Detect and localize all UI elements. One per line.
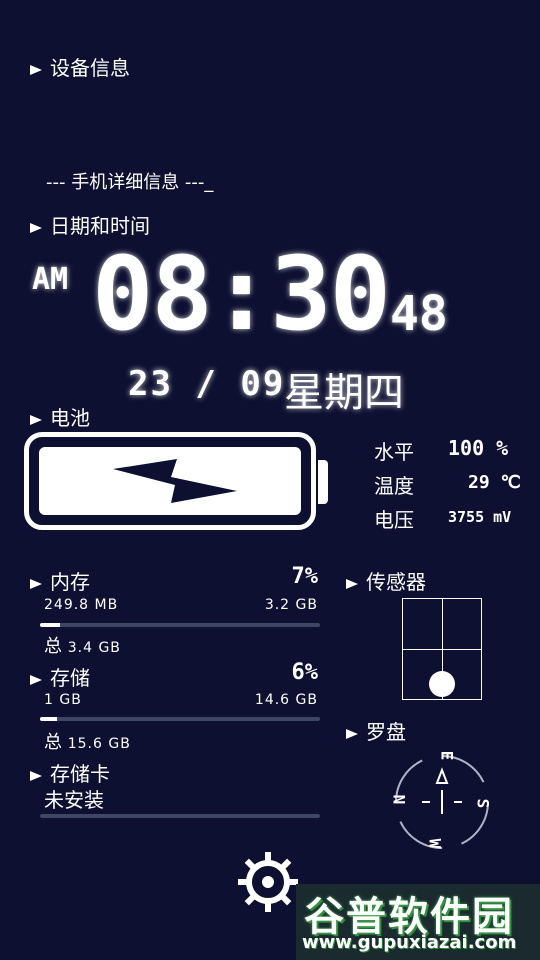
storage-total: 总 15.6 GB: [44, 732, 131, 753]
battery-terminal: [318, 460, 328, 504]
lightning-icon: [113, 459, 237, 503]
memory-progress-fill: [40, 623, 60, 627]
storage-progress-fill: [40, 717, 57, 721]
compass-label-e: E: [437, 750, 457, 761]
section-device-info: 设备信息: [30, 52, 130, 81]
clock-seconds: 48: [390, 286, 448, 342]
battery-voltage-label: 电压: [374, 508, 414, 532]
gear-icon[interactable]: [236, 850, 300, 914]
compass-label-s: S: [473, 798, 493, 809]
arrow-icon: [346, 578, 358, 589]
ampm-indicator: AM: [32, 262, 69, 297]
arrow-icon: [30, 64, 42, 75]
memory-used: 249.8 MB: [44, 597, 119, 613]
sensor-grid-hline: [403, 649, 481, 650]
storage-progress-bar: [40, 717, 320, 721]
arrow-icon: [30, 414, 42, 425]
sensor-ball: [429, 671, 455, 697]
arrow-icon: [30, 674, 42, 685]
compass-label-w: W: [425, 838, 445, 849]
memory-total: 总 3.4 GB: [44, 636, 121, 657]
battery-level-label: 水平: [374, 440, 414, 464]
arrow-icon: [346, 728, 358, 739]
arrow-icon: [30, 770, 42, 781]
storage-free: 14.6 GB: [254, 692, 318, 708]
clock-date: 23 / 09: [128, 364, 286, 404]
arrow-icon: [30, 222, 42, 233]
compass-pointer-icon: [435, 767, 449, 784]
sdcard-progress-bar: [40, 814, 320, 818]
clock-weekday: 星期四: [284, 370, 404, 416]
watermark: 谷普软件园 www.gupuxiazai.com: [296, 884, 540, 960]
section-memory: 内存: [30, 566, 90, 595]
memory-percent: 7%: [291, 564, 319, 589]
battery-temp-label: 温度: [374, 474, 414, 498]
battery-icon: [24, 432, 316, 530]
compass-label-n: N: [389, 794, 409, 805]
section-storage: 存储: [30, 662, 90, 691]
arrow-icon: [30, 578, 42, 589]
storage-used: 1 GB: [44, 692, 82, 708]
section-sdcard: 存储卡: [30, 758, 110, 787]
battery-voltage-value: 3755 mV: [448, 508, 512, 526]
phone-details-label: --- 手机详细信息 ---_: [46, 172, 214, 193]
sdcard-status: 未安装: [44, 788, 104, 812]
section-battery: 电池: [30, 402, 90, 431]
memory-free: 3.2 GB: [264, 597, 318, 613]
clock-time: 08:30: [92, 235, 391, 354]
section-compass: 罗盘: [346, 716, 406, 745]
battery-temp-value: 29 ℃: [468, 472, 521, 493]
battery-level-value: 100 %: [448, 436, 509, 460]
section-sensor: 传感器: [346, 566, 426, 595]
sensor-grid: [402, 598, 482, 700]
storage-percent: 6%: [291, 660, 319, 685]
memory-progress-bar: [40, 623, 320, 627]
watermark-url: www.gupuxiazai.com: [302, 932, 517, 953]
